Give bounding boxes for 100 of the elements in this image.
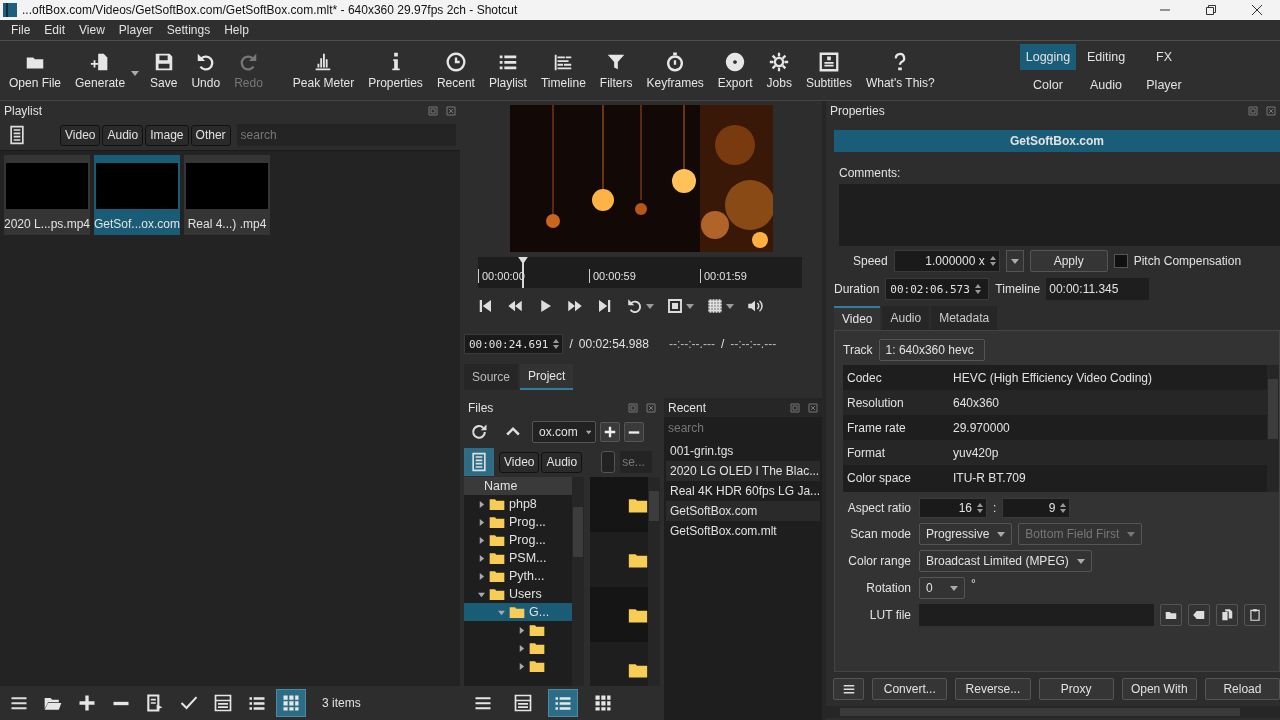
spin-arrows-icon[interactable]	[976, 501, 984, 515]
close-icon[interactable]	[446, 105, 456, 116]
layout-tab[interactable]: Player	[1136, 71, 1192, 98]
expand-arrow-icon[interactable]	[478, 518, 485, 526]
open-button[interactable]	[1160, 604, 1182, 626]
filter-button[interactable]: Video	[60, 124, 101, 146]
spin-arrows-icon[interactable]	[973, 282, 982, 296]
viewer-tab[interactable]: Source	[464, 364, 519, 390]
scrollbar[interactable]	[648, 477, 660, 686]
tree-item[interactable]: Users	[464, 585, 572, 603]
spin-arrows-icon[interactable]	[1059, 501, 1068, 515]
properties-tab[interactable]: Audio	[882, 306, 930, 330]
toolbar-button[interactable]: Export	[710, 42, 760, 99]
recent-item[interactable]: GetSoftBox.com	[666, 501, 820, 521]
height-field[interactable]: 9	[1002, 498, 1071, 518]
recent-item[interactable]: 001-grin.tgs	[666, 441, 820, 461]
playlist-item[interactable]: 2020 L...ps.mp4	[4, 155, 90, 235]
layout-tab[interactable]: Editing	[1078, 43, 1134, 70]
position-field[interactable]: 00:00:24.691	[464, 334, 564, 354]
expand-arrow-icon[interactable]	[518, 626, 525, 634]
speed-dropdown[interactable]	[1005, 250, 1024, 272]
menu-item[interactable]: Help	[217, 20, 256, 40]
menu-item[interactable]: File	[4, 20, 38, 40]
duration-field[interactable]: 00:02:06.573	[885, 278, 990, 300]
rotation-dropdown[interactable]: 0	[919, 577, 965, 599]
collapse-arrow-icon[interactable]	[498, 608, 505, 616]
filter-button[interactable]: Audio	[102, 124, 144, 146]
expand-arrow-icon[interactable]	[518, 662, 525, 670]
layout-tab[interactable]: Audio	[1078, 71, 1134, 98]
tiles-view-button[interactable]	[276, 689, 306, 717]
tree-item[interactable]: Prog...	[464, 531, 572, 549]
toolbar-button[interactable]: Peak Meter	[285, 42, 362, 99]
filter-button[interactable]: Image	[145, 124, 189, 146]
action-button[interactable]: Convert...	[872, 678, 948, 700]
expand-arrow-icon[interactable]	[478, 572, 485, 580]
list-view-button[interactable]	[548, 689, 578, 717]
folders-toggle[interactable]	[464, 448, 494, 476]
spin-arrows-icon[interactable]	[552, 337, 561, 351]
menu-item[interactable]: Player	[111, 20, 160, 40]
toolbar-button[interactable]: What's This?	[858, 42, 942, 99]
tree-item[interactable]: php8	[464, 495, 572, 513]
search-field[interactable]: search	[236, 124, 456, 146]
toolbar-button[interactable]: Save	[143, 42, 185, 99]
remove-button[interactable]	[624, 422, 644, 442]
toolbar-button[interactable]: Playlist	[481, 42, 534, 99]
menu-button[interactable]	[833, 678, 865, 700]
search-field[interactable]: search	[664, 417, 822, 439]
action-button[interactable]: Open With	[1121, 678, 1197, 700]
expand-arrow-icon[interactable]	[478, 536, 485, 544]
tree-item[interactable]: Pyth...	[464, 567, 572, 585]
paste-button[interactable]	[1244, 604, 1266, 626]
playlist-item[interactable]: GetSof...ox.com	[94, 155, 180, 235]
close-icon[interactable]	[1266, 105, 1276, 116]
toolbar-button[interactable]: Open File	[2, 42, 69, 99]
width-field[interactable]: 16	[919, 498, 987, 518]
toolbar-button[interactable]: Undo	[184, 42, 228, 99]
properties-tab[interactable]: Metadata	[931, 306, 998, 330]
toolbar-button[interactable]: Timeline	[533, 42, 593, 99]
toolbar-button[interactable]: Recent	[429, 42, 482, 99]
expand-arrow-icon[interactable]	[478, 554, 485, 562]
collapse-arrow-icon[interactable]	[478, 590, 485, 598]
speed-field[interactable]: 1.000000 x	[893, 250, 1000, 272]
expand-arrow-icon[interactable]	[518, 644, 525, 652]
menu-item[interactable]: View	[72, 20, 112, 40]
clear-button[interactable]	[1188, 604, 1210, 626]
toolbar-button[interactable]: Jobs	[759, 42, 799, 99]
playlist-item[interactable]: Real 4...) .mp4	[184, 155, 270, 235]
copy-button[interactable]	[1216, 604, 1238, 626]
recent-item[interactable]: 2020 LG OLED I The Blac...	[666, 461, 820, 481]
toolbar-button[interactable]: Subtitles	[798, 42, 859, 99]
search-field[interactable]: se...	[620, 451, 653, 473]
filter-button[interactable]: Other	[190, 124, 231, 146]
float-icon[interactable]	[790, 402, 800, 413]
apply-button[interactable]: Apply	[1029, 250, 1108, 272]
path-dropdown[interactable]: ox.com	[532, 421, 596, 443]
column-header[interactable]: Name	[464, 477, 572, 495]
checkbox[interactable]	[1113, 254, 1128, 268]
recent-item[interactable]: Real 4K HDR 60fps LG Ja...	[666, 481, 820, 501]
add-button[interactable]	[600, 422, 620, 442]
menu-item[interactable]: Edit	[37, 20, 73, 40]
toggle-button[interactable]	[601, 451, 616, 473]
toolbar-button[interactable]: Keyframes	[639, 42, 711, 99]
tree-item[interactable]: G...	[464, 603, 572, 621]
action-button[interactable]: Proxy	[1038, 678, 1114, 700]
spin-arrows-icon[interactable]	[988, 254, 997, 268]
tree-item[interactable]: Prog...	[464, 513, 572, 531]
viewer-tab[interactable]: Project	[520, 364, 574, 390]
expand-arrow-icon[interactable]	[478, 500, 485, 508]
color-range-dropdown[interactable]: Broadcast Limited (MPEG)	[919, 550, 1092, 572]
close-icon[interactable]	[808, 402, 818, 413]
menu-item[interactable]: Settings	[159, 20, 218, 40]
scan-mode-dropdown[interactable]: Progressive	[919, 523, 1013, 545]
tree-item[interactable]: PSM...	[464, 549, 572, 567]
filter-button[interactable]: Video	[499, 451, 540, 473]
recent-item[interactable]: GetSoftBox.com.mlt	[666, 521, 820, 541]
toolbar-button[interactable]: Generate	[68, 42, 144, 99]
layout-tab[interactable]: Logging	[1020, 43, 1076, 70]
layout-tab[interactable]: Color	[1020, 71, 1076, 98]
toolbar-button[interactable]: Filters	[592, 42, 640, 99]
action-button[interactable]: Reverse...	[955, 678, 1031, 700]
